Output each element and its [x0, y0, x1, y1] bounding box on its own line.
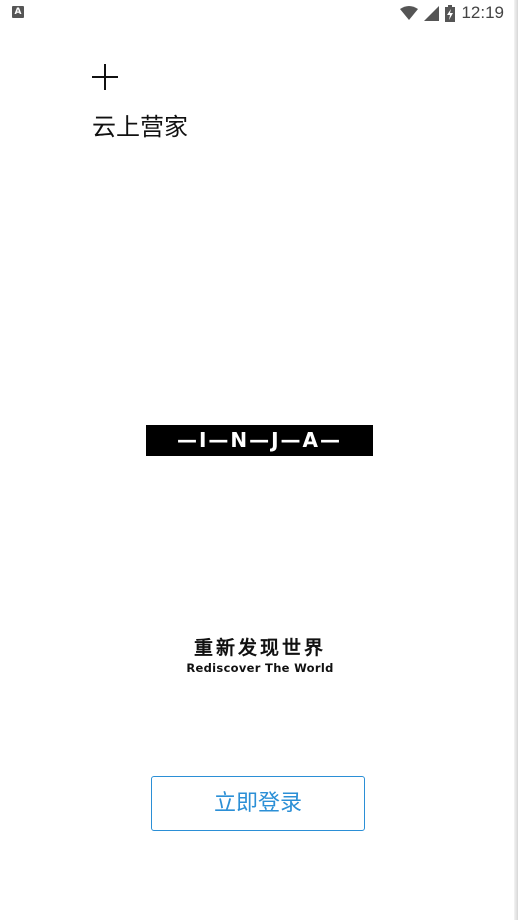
- brand-logo-bar: —I—N—J—A—: [146, 425, 373, 456]
- wifi-icon: [400, 6, 419, 20]
- screen-edge: [514, 0, 518, 920]
- slogan-chinese: 重新发现世界: [193, 637, 326, 659]
- battery-charging-icon: [445, 4, 456, 22]
- signal-icon: [424, 5, 440, 21]
- app-notification-icon: A: [12, 6, 24, 18]
- plus-icon: [92, 64, 118, 90]
- brand-logo-text: —I—N—J—A—: [176, 428, 343, 452]
- slogan: 重新发现世界 Rediscover The World: [130, 636, 390, 676]
- slogan-english: Rediscover The World: [186, 661, 334, 675]
- status-time: 12:19: [461, 3, 504, 22]
- app-logo-text: 云上营家: [92, 113, 188, 141]
- status-bar: A 12:19: [0, 0, 514, 28]
- login-button[interactable]: 立即登录: [151, 776, 365, 831]
- status-icons: 12:19: [400, 3, 504, 23]
